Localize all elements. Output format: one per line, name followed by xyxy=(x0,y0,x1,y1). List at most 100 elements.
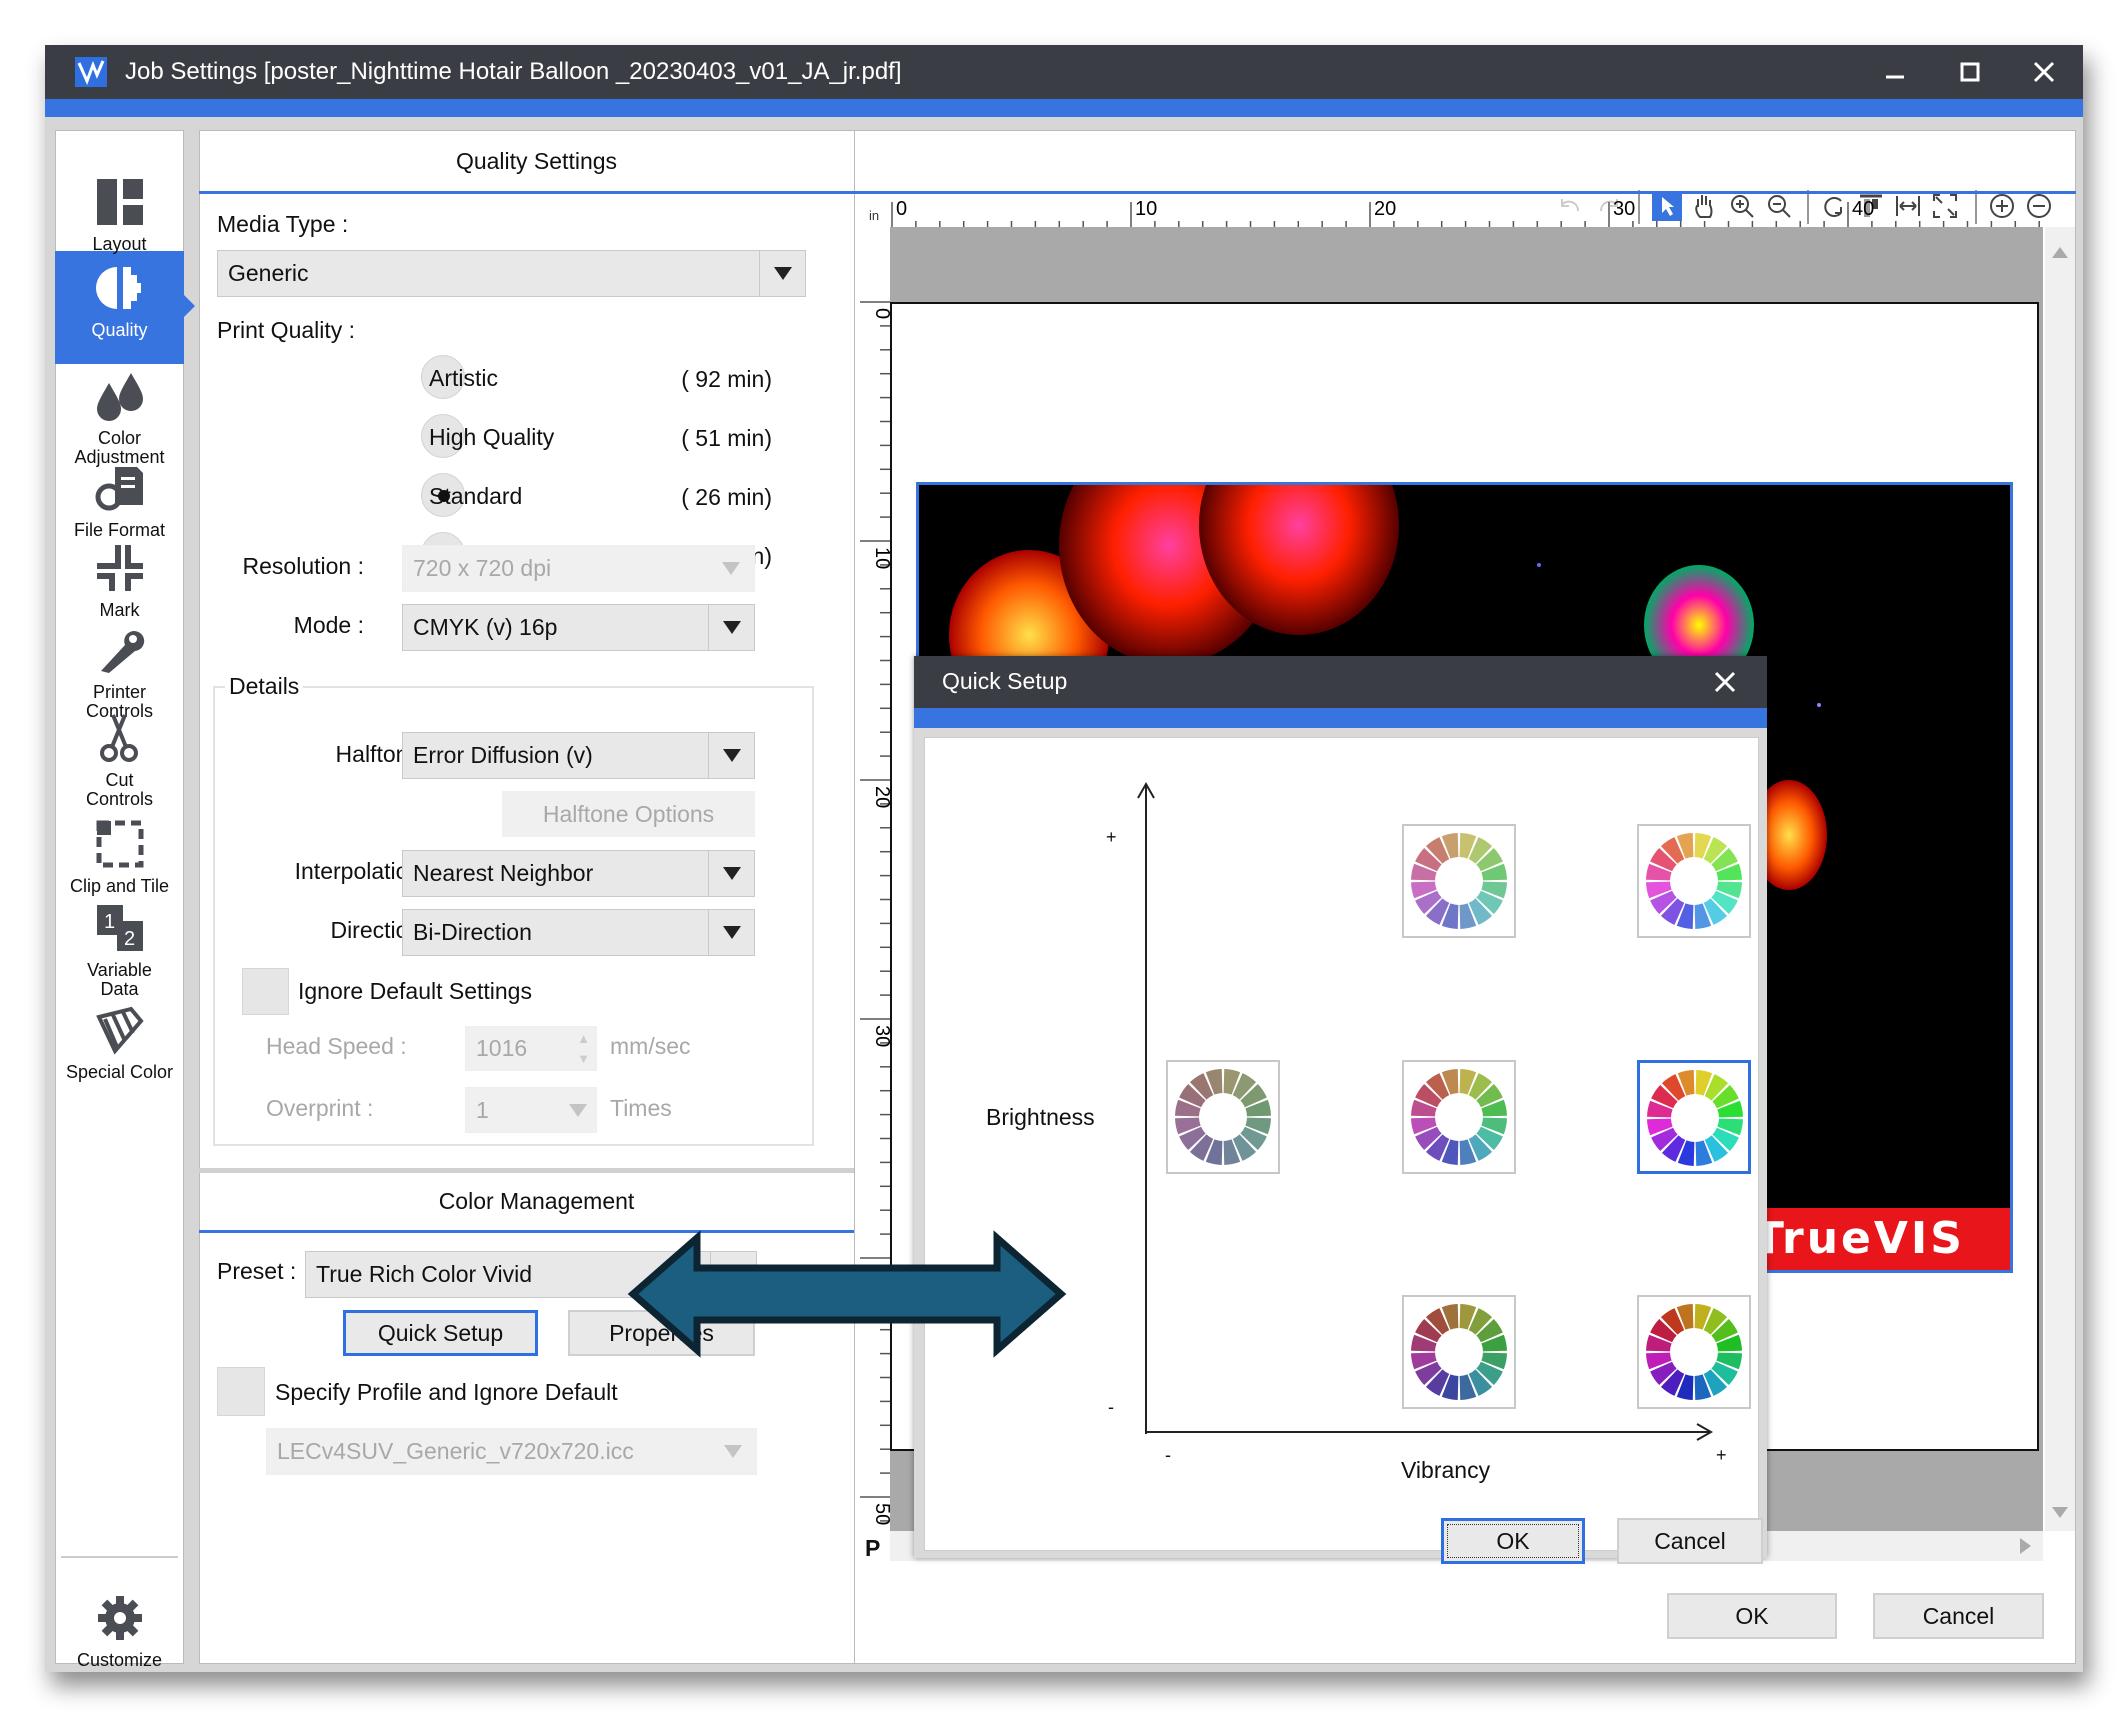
layout-icon xyxy=(96,179,143,225)
maximize-icon[interactable] xyxy=(1960,62,1980,82)
ruler-label: 20 xyxy=(871,786,890,808)
svg-text:2: 2 xyxy=(124,928,135,950)
color-wheel-option[interactable] xyxy=(1637,1060,1751,1174)
x-axis-plus: + xyxy=(1716,1445,1727,1465)
ruler-label: 10 xyxy=(1135,198,1157,220)
direction-value: Bi-Direction xyxy=(413,919,532,945)
halftone-dropdown[interactable]: Error Diffusion (v) xyxy=(402,732,755,779)
media-type-value: Generic xyxy=(228,260,309,286)
sidebar-item-cut-controls[interactable]: Cut Controls xyxy=(55,713,184,809)
color-wheel-option[interactable] xyxy=(1402,824,1516,938)
color-wheel-icon xyxy=(1175,1069,1271,1165)
scroll-down-icon[interactable] xyxy=(2052,1507,2068,1518)
color-wheel-option[interactable] xyxy=(1402,1295,1516,1409)
header-underline xyxy=(199,191,874,194)
chevron-down-icon xyxy=(759,251,805,296)
color-wheel-icon xyxy=(1411,833,1507,929)
close-icon[interactable] xyxy=(2033,61,2055,83)
chevron-down-icon xyxy=(710,1429,756,1474)
color-wheel-icon xyxy=(1411,1069,1507,1165)
profile-value: LECv4SUV_Generic_v720x720.icc xyxy=(277,1438,634,1464)
scissors-icon xyxy=(99,714,138,762)
color-wheel-option[interactable] xyxy=(1637,1295,1751,1409)
color-wheel-icon xyxy=(1411,1304,1507,1400)
app-logo-icon xyxy=(75,57,107,87)
ruler-label: 20 xyxy=(1374,198,1396,220)
dialog-ok-button[interactable]: OK xyxy=(1441,1518,1585,1564)
droplets-icon xyxy=(96,373,143,421)
sidebar-item-label: Cut Controls xyxy=(85,770,154,809)
sidebar-item-mark[interactable]: Mark xyxy=(55,543,184,620)
interpolation-dropdown[interactable]: Nearest Neighbor xyxy=(402,850,755,897)
overprint-dropdown: 1 xyxy=(465,1087,597,1133)
sidebar-item-layout[interactable]: Layout xyxy=(55,177,184,254)
ruler-label: 30 xyxy=(1613,198,1635,220)
window-title: Job Settings [poster_Nighttime Hotair Ba… xyxy=(125,58,902,85)
quick-setup-dialog: Quick Setup + - Brightness - + Vibrancy … xyxy=(914,656,1767,1564)
resolution-value: 720 x 720 dpi xyxy=(413,555,552,581)
crop-mark-icon xyxy=(96,545,143,591)
head-speed-stepper: 1016 ▲ ▼ xyxy=(465,1026,597,1071)
print-quality-option-label: Standard xyxy=(429,483,523,509)
variable-data-icon: 12 xyxy=(96,905,143,951)
media-type-label: Media Type : xyxy=(217,211,349,237)
scroll-right-icon[interactable] xyxy=(2020,1538,2031,1554)
head-speed-label: Head Speed : xyxy=(266,1033,407,1059)
y-axis-minus: - xyxy=(1108,1397,1114,1417)
halftone-options-button: Halftone Options xyxy=(502,791,755,837)
sidebar-divider xyxy=(61,1556,178,1558)
mode-value: CMYK (v) 16p xyxy=(413,614,558,640)
overprint-unit: Times xyxy=(610,1095,672,1121)
sidebar-item-customize[interactable]: Customize xyxy=(55,1593,184,1670)
section-divider xyxy=(199,1168,874,1173)
color-wheel-option[interactable] xyxy=(1637,824,1751,938)
title-bar: Job Settings [poster_Nighttime Hotair Ba… xyxy=(45,45,2083,99)
chevron-down-icon xyxy=(708,546,754,591)
ruler-label: 10 xyxy=(871,547,890,569)
sidebar-item-file-format[interactable]: File Format xyxy=(55,463,184,540)
sidebar-item-clip-and-tile[interactable]: Clip and Tile xyxy=(55,819,184,896)
mode-dropdown[interactable]: CMYK (v) 16p xyxy=(402,604,755,651)
sidebar-item-label: Special Color xyxy=(65,1062,174,1082)
profile-dropdown: LECv4SUV_Generic_v720x720.icc xyxy=(266,1428,757,1475)
ruler-label: 0 xyxy=(896,198,907,220)
selected-pointer xyxy=(184,295,195,317)
ignore-default-checkbox[interactable] xyxy=(242,968,289,1015)
media-type-dropdown[interactable]: Generic xyxy=(217,250,806,297)
print-quality-label: Print Quality : xyxy=(217,317,356,343)
sidebar-item-color-adjustment[interactable]: Color Adjustment xyxy=(55,371,184,467)
quick-setup-button[interactable]: Quick Setup xyxy=(343,1310,538,1356)
mode-label: Mode : xyxy=(293,612,364,638)
swatch-icon xyxy=(95,1006,144,1055)
cancel-button[interactable]: Cancel xyxy=(1873,1593,2044,1639)
sidebar-item-label: Layout xyxy=(92,234,147,254)
minimize-icon[interactable] xyxy=(1885,63,1905,83)
ruler-unit: in xyxy=(869,208,880,223)
specify-profile-checkbox[interactable] xyxy=(217,1367,265,1416)
ruler-label: 50 xyxy=(871,1503,890,1525)
sidebar-item-variable-data[interactable]: 1 2 Variable Data xyxy=(55,903,184,999)
quality-icon xyxy=(95,267,141,309)
sidebar-item-label: File Format xyxy=(73,520,165,540)
scroll-up-icon[interactable] xyxy=(2052,247,2068,258)
sidebar-item-label: Clip and Tile xyxy=(69,876,170,896)
chevron-down-icon xyxy=(560,1088,596,1132)
sidebar-item-special-color[interactable]: Special Color xyxy=(55,1005,184,1082)
color-wheel-option[interactable] xyxy=(1402,1060,1516,1174)
vertical-scrollbar[interactable] xyxy=(2045,227,2075,1531)
dialog-cancel-button[interactable]: Cancel xyxy=(1617,1518,1763,1564)
ignore-default-label: Ignore Default Settings xyxy=(298,978,532,1004)
quality-settings-header: Quality Settings xyxy=(455,148,618,174)
print-time: ( 51 min) xyxy=(681,425,772,451)
clip-tile-icon xyxy=(96,820,143,868)
x-axis-minus: - xyxy=(1165,1445,1171,1465)
overprint-value: 1 xyxy=(476,1096,489,1123)
sidebar-item-printer-controls[interactable]: Printer Controls xyxy=(55,625,184,721)
color-wheel-option[interactable] xyxy=(1166,1060,1280,1174)
chevron-down-icon xyxy=(708,851,754,896)
direction-dropdown[interactable]: Bi-Direction xyxy=(402,909,755,956)
ruler-label: 40 xyxy=(1852,198,1874,220)
sidebar-item-quality[interactable]: Quality xyxy=(55,263,184,340)
svg-text:1: 1 xyxy=(104,911,115,933)
ok-button[interactable]: OK xyxy=(1667,1593,1837,1639)
